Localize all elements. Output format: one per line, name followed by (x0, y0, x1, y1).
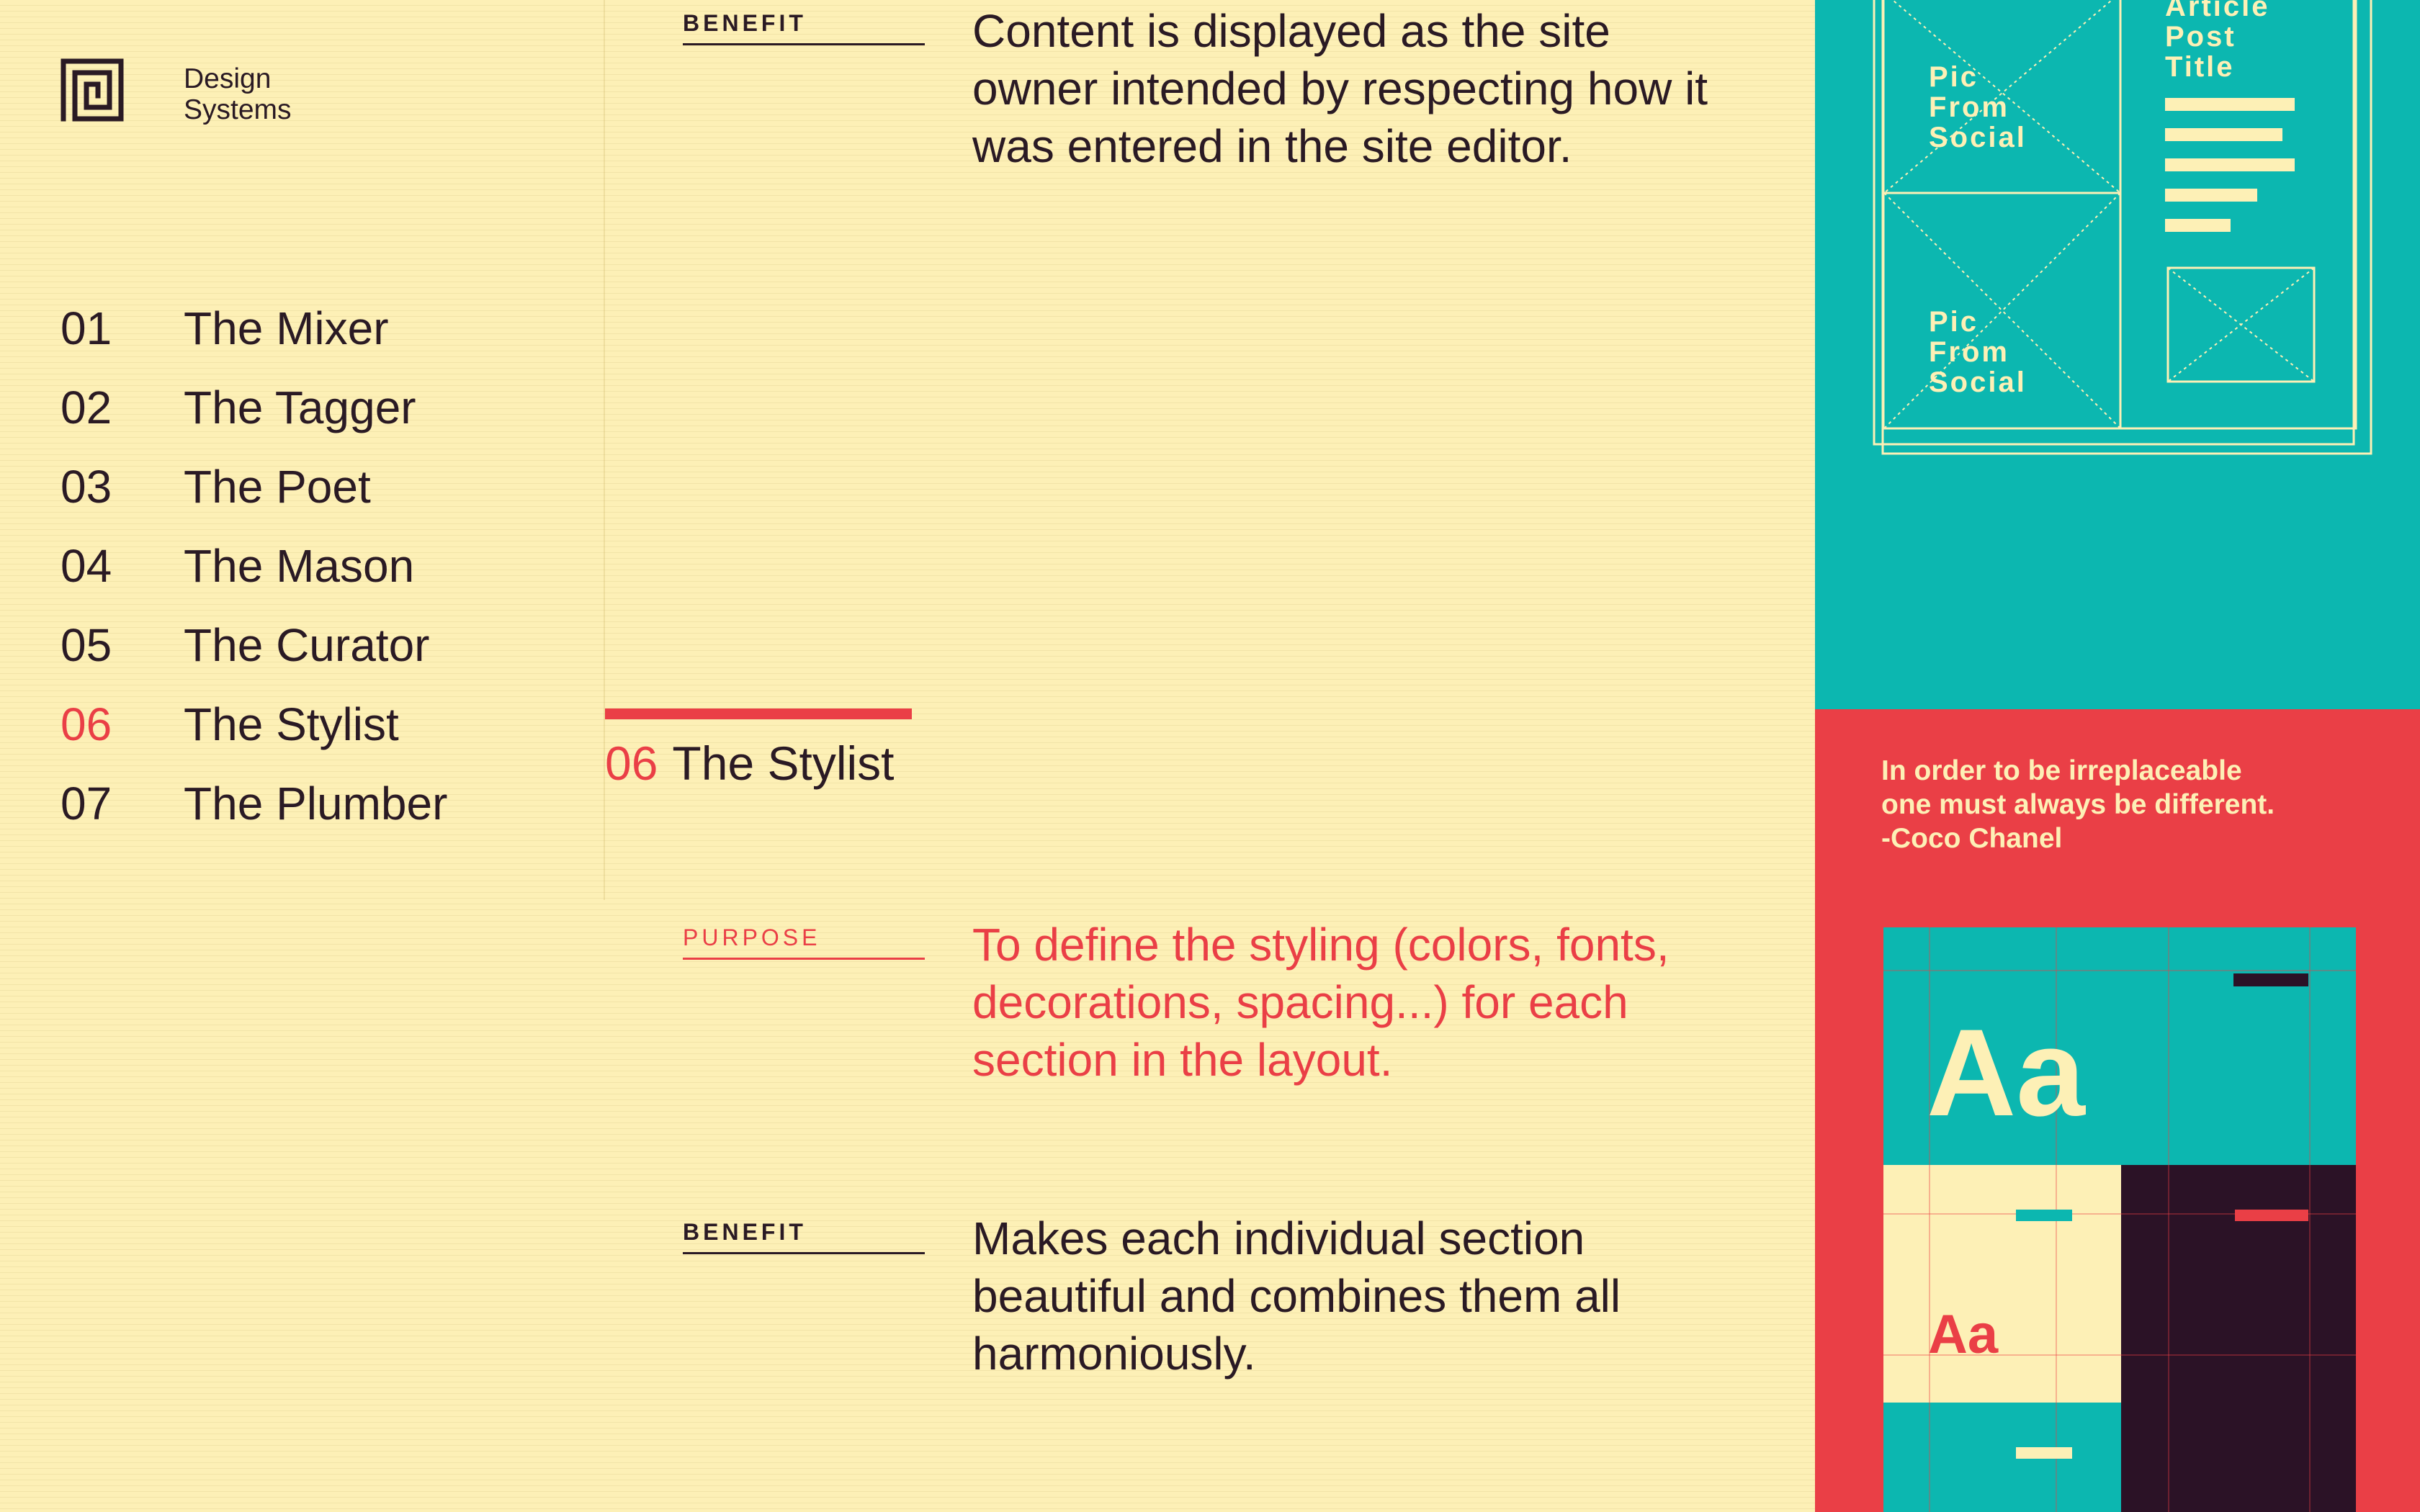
section-number: 06 (605, 737, 658, 790)
wireframe-article-label: Article Post Title (2165, 0, 2270, 83)
nav-item-number: 06 (60, 698, 112, 750)
style-sample-panel: In order to be irreplaceable one must al… (1815, 709, 2420, 1512)
sample-dash-light (2016, 1447, 2072, 1459)
nav-item-label: The Plumber (184, 778, 448, 829)
sample-dash-teal (2016, 1210, 2072, 1221)
sample-dash-red (2235, 1210, 2308, 1221)
brand-line-2: Systems (184, 94, 292, 125)
nav-item-curator[interactable]: 05 The Curator (60, 613, 429, 678)
nav-item-number: 01 (60, 302, 112, 354)
logo-icon (60, 58, 124, 122)
nav-item-mixer[interactable]: 01 The Mixer (60, 296, 389, 361)
benefit-label: BENEFIT (683, 10, 925, 45)
quote-line-2: one must always be different. (1881, 789, 2275, 820)
nav-item-label: The Mixer (184, 302, 389, 354)
purpose-label: PURPOSE (683, 924, 925, 960)
nav-item-poet[interactable]: 03 The Poet (60, 454, 371, 519)
nav-item-mason[interactable]: 04 The Mason (60, 534, 414, 598)
nav-item-label: The Stylist (184, 698, 399, 750)
typography-sample-card: Aa Aa (1883, 927, 2356, 1512)
type-sample-large: Aa (1927, 1004, 2085, 1142)
benefit-text: Makes each individual section beautiful … (972, 1212, 1621, 1380)
nav-item-stylist[interactable]: 06 The Stylist (60, 692, 399, 757)
benefit-label: BENEFIT (683, 1219, 925, 1254)
nav-item-number: 02 (60, 382, 112, 433)
sample-dash-dark (2233, 973, 2308, 986)
type-sample-small: Aa (1928, 1304, 1999, 1365)
nav-item-label: The Poet (184, 461, 371, 513)
quote: In order to be irreplaceable one must al… (1881, 754, 2385, 855)
quote-line-3: -Coco Chanel (1881, 823, 2063, 854)
purpose-text: To define the styling (colors, fonts, de… (972, 919, 1670, 1086)
section-heading: 06 The Stylist (605, 736, 895, 791)
section-accent-bar (605, 708, 912, 719)
nav-item-number: 05 (60, 619, 112, 671)
benefit-text: Content is displayed as the site owner i… (972, 5, 1708, 172)
nav-item-plumber[interactable]: 07 The Plumber (60, 771, 447, 836)
nav-item-tagger[interactable]: 02 The Tagger (60, 375, 416, 440)
brand-line-1: Design (184, 63, 272, 94)
nav-item-label: The Curator (184, 619, 430, 671)
nav-item-label: The Tagger (184, 382, 416, 433)
quote-line-1: In order to be irreplaceable (1881, 755, 2242, 786)
wireframe-pic-label-2: Pic From Social (1929, 306, 2027, 398)
wireframe-illustration (1873, 0, 2372, 455)
section-title: The Stylist (672, 737, 895, 790)
nav-item-number: 04 (60, 540, 112, 592)
brand-name[interactable]: Design Systems (184, 63, 292, 125)
nav-item-number: 03 (60, 461, 112, 513)
nav-item-label: The Mason (184, 540, 415, 592)
layout-wireframe-panel: Pic From Social Pic From Social Article Post T… (1815, 0, 2420, 709)
wireframe-pic-label-1: Pic From Social (1929, 61, 2027, 153)
nav-item-number: 07 (60, 778, 112, 829)
